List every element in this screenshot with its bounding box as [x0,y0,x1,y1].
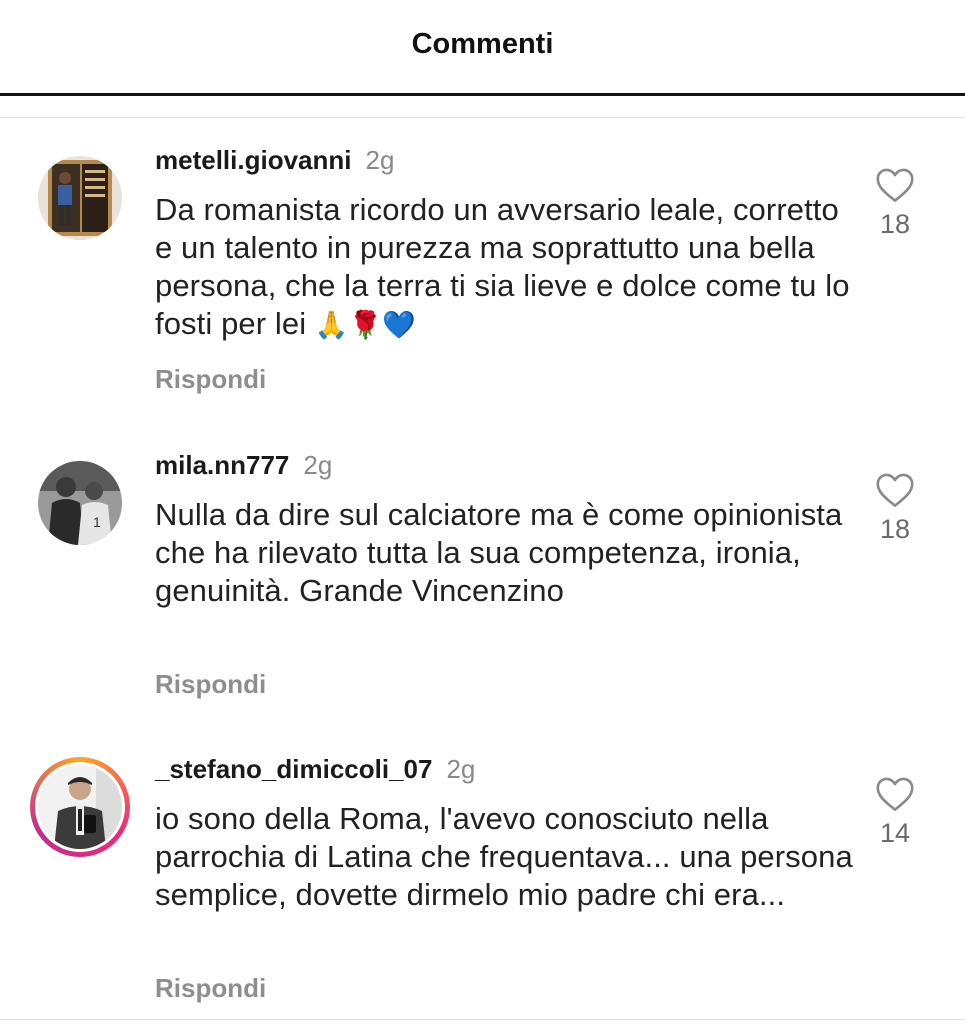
header-divider [0,93,965,96]
comment-emojis: 🙏🌹💙 [314,310,417,341]
avatar[interactable] [38,156,122,240]
timestamp: 2g [303,450,333,480]
page-title: Commenti [411,28,554,60]
divider [0,117,965,118]
comment-text: io sono della Roma, l'avevo conosciuto n… [155,801,853,912]
username[interactable]: mila.nn777 [155,450,289,480]
avatar[interactable] [38,765,122,849]
username[interactable]: metelli.giovanni [155,145,352,175]
comment-body: Da romanista ricordo un avversario leale… [155,192,850,341]
reply-button[interactable]: Rispondi [155,973,266,1004]
like-count: 18 [879,514,911,544]
like-button[interactable]: 14 [870,776,920,849]
like-count: 18 [879,209,911,239]
heart-outline-icon[interactable] [875,472,915,508]
like-count: 14 [879,818,911,848]
comment-text: Da romanista ricordo un avversario leale… [155,191,855,345]
heart-outline-icon[interactable] [875,167,915,203]
like-button[interactable]: 18 [870,167,920,240]
comments-header: Commenti [0,0,965,96]
story-ring[interactable] [30,757,130,857]
username[interactable]: _stefano_dimiccoli_07 [155,754,432,784]
reply-button[interactable]: Rispondi [155,669,266,700]
timestamp: 2g [446,754,476,784]
divider [0,1019,965,1020]
svg-text:1: 1 [93,514,101,530]
reply-button[interactable]: Rispondi [155,364,266,395]
like-button[interactable]: 18 [870,472,920,545]
heart-outline-icon[interactable] [875,776,915,812]
avatar[interactable]: 1 [38,461,122,545]
timestamp: 2g [365,145,395,175]
comment-text: Nulla da dire sul calciatore ma è come o… [155,497,843,608]
